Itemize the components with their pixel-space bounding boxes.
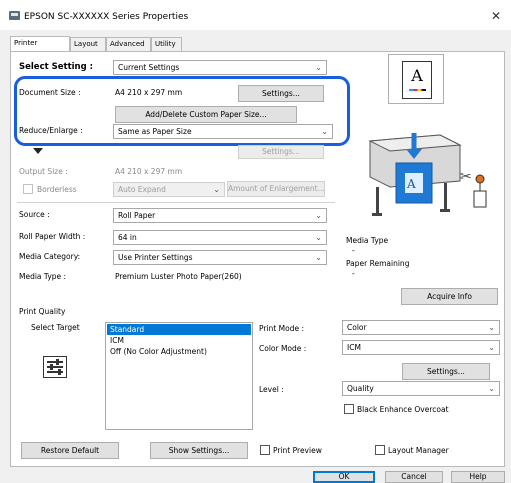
select-setting-value: Current Settings xyxy=(118,63,180,72)
print-mode-dropdown[interactable]: Color ⌄ xyxy=(342,320,500,335)
arrow-down-icon xyxy=(33,148,43,154)
source-value: Roll Paper xyxy=(118,211,156,220)
tab-utility[interactable]: Utility xyxy=(151,37,182,51)
show-settings-button[interactable]: Show Settings... xyxy=(150,442,248,459)
print-mode-value: Color xyxy=(347,323,367,332)
media-type-label: Media Type : xyxy=(19,272,67,281)
chevron-down-icon: ⌄ xyxy=(213,185,220,194)
quality-sliders-icon xyxy=(43,356,67,378)
media-type-status-value: - xyxy=(352,246,355,255)
document-size-value: A4 210 x 297 mm xyxy=(115,88,183,97)
borderless-label: Borderless xyxy=(37,185,77,194)
borderless-mode-value: Auto Expand xyxy=(118,185,166,194)
printer-app-icon xyxy=(9,11,20,20)
color-mode-label: Color Mode : xyxy=(259,344,307,353)
chevron-down-icon: ⌄ xyxy=(488,384,495,393)
divider xyxy=(17,202,335,203)
media-type-value: Premium Luster Photo Paper(260) xyxy=(115,272,242,281)
output-size-label: Output Size : xyxy=(19,167,68,176)
media-category-label: Media Category: xyxy=(19,252,81,261)
layout-manager-label: Layout Manager xyxy=(388,446,449,455)
borderless-mode-dropdown[interactable]: Auto Expand ⌄ xyxy=(113,182,225,197)
media-type-status-label: Media Type xyxy=(346,236,389,245)
target-option-standard[interactable]: Standard xyxy=(107,324,251,335)
document-size-settings-button[interactable]: Settings... xyxy=(238,85,324,102)
tab-advanced[interactable]: Advanced xyxy=(106,37,151,51)
window-title: EPSON SC-XXXXXX Series Properties xyxy=(24,12,189,22)
select-setting-label: Select Setting : xyxy=(19,62,94,72)
source-dropdown[interactable]: Roll Paper ⌄ xyxy=(113,208,327,223)
preview-letter: A xyxy=(411,66,423,85)
chevron-down-icon: ⌄ xyxy=(315,211,322,220)
media-category-value: Use Printer Settings xyxy=(118,253,193,262)
chevron-down-icon: ⌄ xyxy=(488,323,495,332)
roll-paper-width-value: 64 in xyxy=(118,233,137,242)
roll-paper-width-dropdown[interactable]: 64 in ⌄ xyxy=(113,230,327,245)
color-mode-dropdown[interactable]: ICM ⌄ xyxy=(342,340,500,355)
restore-default-button[interactable]: Restore Default xyxy=(21,442,119,459)
document-size-label: Document Size : xyxy=(19,88,81,97)
reduce-enlarge-value: Same as Paper Size xyxy=(118,127,192,136)
page-preview: A xyxy=(388,54,444,104)
output-size-value: A4 210 x 297 mm xyxy=(115,167,183,176)
tab-printer-settings[interactable]: Printer Settings xyxy=(10,36,70,60)
svg-text:A: A xyxy=(406,177,416,191)
printer-illustration: A ✂ xyxy=(368,133,487,216)
properties-window: EPSON SC-XXXXXX Series Properties ✕ Prin… xyxy=(0,0,511,483)
reduce-enlarge-label: Reduce/Enlarge : xyxy=(19,126,83,135)
chevron-down-icon: ⌄ xyxy=(321,127,328,136)
target-option-off[interactable]: Off (No Color Adjustment) xyxy=(107,346,251,357)
help-button[interactable]: Help xyxy=(451,471,505,483)
level-label: Level : xyxy=(259,385,284,394)
level-dropdown[interactable]: Quality ⌄ xyxy=(342,381,500,396)
color-mode-value: ICM xyxy=(347,343,361,352)
ink-colors-bar xyxy=(409,89,426,91)
ok-button[interactable]: OK xyxy=(313,471,375,483)
printer-settings-panel: Select Setting : Current Settings ⌄ Docu… xyxy=(10,51,505,467)
level-value: Quality xyxy=(347,384,374,393)
print-quality-label: Print Quality xyxy=(19,307,66,316)
borderless-checkbox[interactable] xyxy=(23,184,33,194)
paper-remaining-value: - xyxy=(352,269,355,278)
source-label: Source : xyxy=(19,210,50,219)
print-mode-label: Print Mode : xyxy=(259,324,304,333)
tab-layout[interactable]: Layout xyxy=(70,37,106,51)
close-icon[interactable]: ✕ xyxy=(491,9,501,23)
cancel-button[interactable]: Cancel xyxy=(385,471,443,483)
select-target-label: Select Target xyxy=(31,323,80,332)
add-delete-custom-paper-button[interactable]: Add/Delete Custom Paper Size... xyxy=(115,106,297,123)
chevron-down-icon: ⌄ xyxy=(315,63,322,72)
layout-manager-checkbox[interactable] xyxy=(375,445,385,455)
color-mode-settings-button[interactable]: Settings... xyxy=(402,363,490,380)
print-preview-label: Print Preview xyxy=(273,446,322,455)
black-enhance-label: Black Enhance Overcoat xyxy=(357,405,449,414)
svg-text:✂: ✂ xyxy=(460,169,472,185)
page-preview-sheet: A xyxy=(402,61,432,99)
select-target-listbox[interactable]: Standard ICM Off (No Color Adjustment) xyxy=(105,322,253,430)
acquire-info-button[interactable]: Acquire Info xyxy=(401,288,498,305)
target-option-icm[interactable]: ICM xyxy=(107,335,251,346)
chevron-down-icon: ⌄ xyxy=(488,343,495,352)
output-size-settings-button[interactable]: Settings... xyxy=(238,145,324,159)
reduce-enlarge-dropdown[interactable]: Same as Paper Size ⌄ xyxy=(113,124,333,139)
title-bar: EPSON SC-XXXXXX Series Properties ✕ xyxy=(0,0,511,30)
amount-of-enlargement-button[interactable]: Amount of Enlargement... xyxy=(227,181,325,197)
select-setting-dropdown[interactable]: Current Settings ⌄ xyxy=(113,60,327,75)
chevron-down-icon: ⌄ xyxy=(315,233,322,242)
chevron-down-icon: ⌄ xyxy=(315,253,322,262)
black-enhance-checkbox[interactable] xyxy=(344,404,354,414)
media-category-dropdown[interactable]: Use Printer Settings ⌄ xyxy=(113,250,327,265)
print-preview-checkbox[interactable] xyxy=(260,445,270,455)
roll-paper-width-label: Roll Paper Width : xyxy=(19,232,86,241)
paper-remaining-label: Paper Remaining xyxy=(346,259,410,268)
